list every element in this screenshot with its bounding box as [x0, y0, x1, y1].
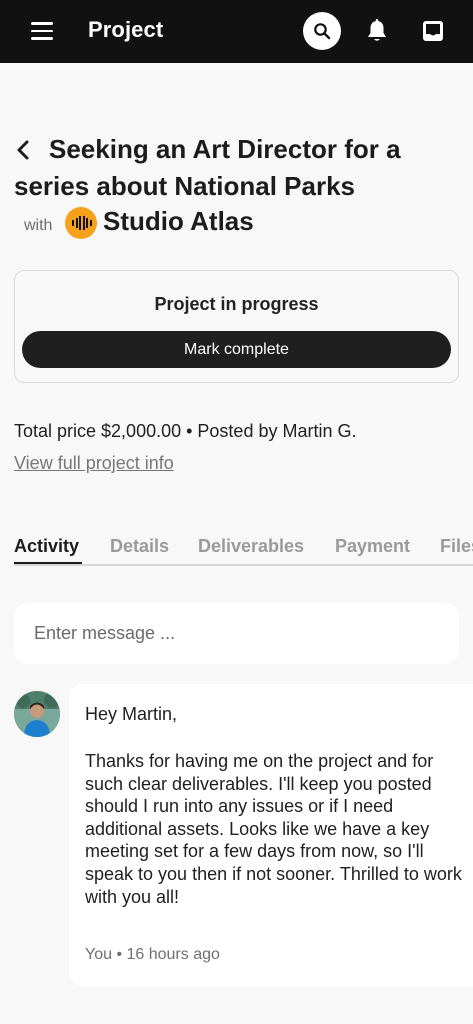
search-button[interactable] [303, 12, 341, 50]
avatar [14, 691, 60, 737]
project-tabs: Activity Details Deliverables Payment Fi… [14, 528, 473, 566]
hamburger-menu-icon[interactable] [31, 22, 53, 40]
tab-files[interactable]: Files [440, 536, 473, 557]
tab-details[interactable]: Details [110, 536, 169, 557]
app-title: Project [88, 17, 164, 42]
top-app-bar: Project [0, 0, 473, 63]
studio-logo [65, 207, 97, 239]
project-status-card: Project in progress Mark complete [14, 270, 459, 383]
price-and-poster: Total price $2,000.00 • Posted by Martin… [14, 421, 357, 441]
message-greeting: Hey Martin, [85, 704, 178, 724]
studio-name[interactable]: Studio Atlas [103, 206, 254, 237]
message-bubble: Hey Martin, Thanks for having me on the … [69, 684, 473, 986]
message-meta: You • 16 hours ago [85, 946, 220, 963]
tab-activity[interactable]: Activity [14, 536, 79, 557]
tab-deliverables[interactable]: Deliverables [198, 536, 304, 557]
inbox-icon[interactable] [421, 19, 445, 48]
mark-complete-button[interactable]: Mark complete [22, 331, 451, 368]
tab-payment[interactable]: Payment [335, 536, 410, 557]
search-icon [314, 23, 331, 40]
project-title: Seeking an Art Director for a series abo… [14, 134, 401, 201]
active-tab-indicator [14, 562, 82, 564]
bell-icon[interactable] [366, 19, 388, 48]
view-full-project-info-link[interactable]: View full project info [14, 453, 174, 474]
with-label: with [24, 217, 53, 234]
message-body: Thanks for having me on the project and … [85, 751, 462, 907]
project-status: Project in progress [154, 294, 319, 314]
message-input[interactable] [14, 603, 459, 664]
